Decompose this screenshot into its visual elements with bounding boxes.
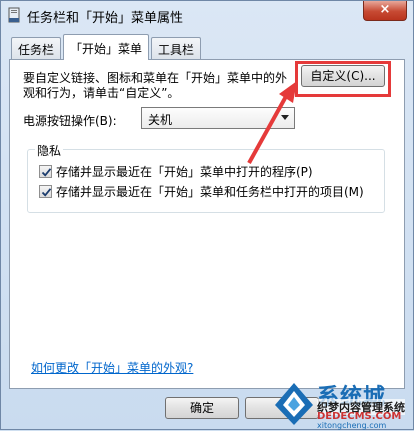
- store-programs-checkbox[interactable]: [39, 165, 52, 178]
- ok-button[interactable]: 确定: [165, 397, 239, 419]
- store-items-option[interactable]: 存储并显示最近在「开始」菜单和任务栏中打开的项目(M): [39, 183, 364, 200]
- tab-taskbar[interactable]: 任务栏: [11, 37, 62, 59]
- tab-toolbars[interactable]: 工具栏: [151, 37, 202, 59]
- watermark-site: xitongcheng.com: [317, 421, 387, 430]
- tab-start-menu[interactable]: 「开始」菜单: [63, 34, 150, 60]
- window-title: 任务栏和「开始」菜单属性: [27, 11, 184, 26]
- store-items-label: 存储并显示最近在「开始」菜单和任务栏中打开的项目(M): [56, 185, 364, 199]
- change-appearance-link[interactable]: 如何更改「开始」菜单的外观?: [31, 359, 193, 376]
- privacy-group: [27, 149, 385, 213]
- privacy-label: 隐私: [35, 142, 64, 159]
- annotation-highlight-box: [295, 61, 391, 97]
- annotation-arrow-icon: [247, 81, 297, 164]
- power-button-value: 关机: [148, 113, 173, 127]
- store-items-checkbox[interactable]: [39, 185, 52, 198]
- checkmark-icon: [41, 168, 52, 177]
- taskbar-properties-icon: [7, 7, 21, 23]
- close-button[interactable]: ×: [363, 1, 407, 21]
- checkmark-icon: [41, 188, 52, 197]
- properties-window: 任务栏和「开始」菜单属性 × 任务栏 「开始」菜单 工具栏 要自定义链接、图标和…: [0, 0, 414, 430]
- watermark-logo-icon: [275, 383, 313, 425]
- power-button-label: 电源按钮操作(B):: [23, 114, 117, 128]
- title-bar[interactable]: 任务栏和「开始」菜单属性 ×: [1, 1, 413, 29]
- watermark: 系统城 织梦内容管理系统 DEDECMS.COM xitongcheng.com: [273, 379, 414, 431]
